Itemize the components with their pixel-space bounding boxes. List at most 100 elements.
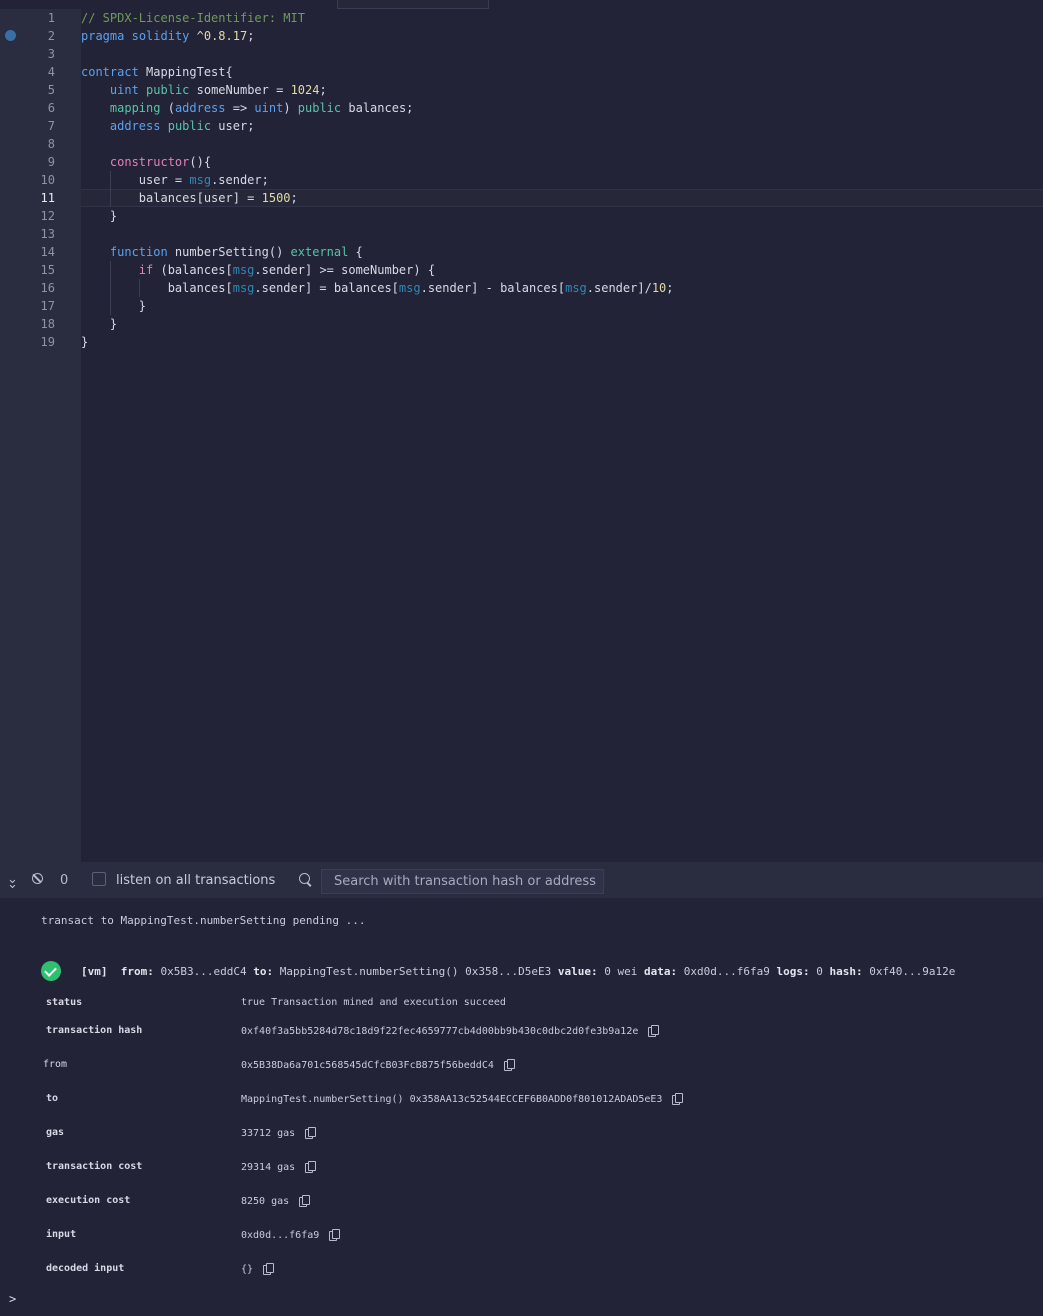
tx-detail-value: {}: [241, 1263, 275, 1275]
code-line[interactable]: function numberSetting() external {: [81, 243, 363, 261]
code-token: solidity: [131, 29, 190, 43]
tx-search-input[interactable]: Search with transaction hash or address: [321, 869, 604, 894]
code-line[interactable]: }: [81, 315, 117, 333]
breakpoint-marker[interactable]: [5, 30, 16, 41]
line-number[interactable]: 6: [0, 99, 55, 117]
code-token: // SPDX-License-Identifier: MIT: [81, 11, 305, 25]
tx-detail-value: 0xf40f3a5bb5284d78c18d9f22fec4659777cb4d…: [241, 1025, 660, 1037]
line-number[interactable]: 16: [0, 279, 55, 297]
copy-icon[interactable]: [503, 1059, 515, 1071]
data-label: data:: [644, 965, 678, 978]
vm-tag: [vm]: [81, 965, 108, 978]
code-line[interactable]: constructor(){: [81, 153, 211, 171]
editor-gutter[interactable]: 1 2 3 4 5 6 7 8 9 10 11 12 13 14 15 16 17 18 19: [0, 9, 81, 862]
line-number[interactable]: 7: [0, 117, 55, 135]
line-number[interactable]: 9: [0, 153, 55, 171]
code-line[interactable]: uint public someNumber = 1024;: [81, 81, 327, 99]
line-number[interactable]: 19: [0, 333, 55, 351]
line-number[interactable]: 10: [0, 171, 55, 189]
code-line[interactable]: }: [81, 207, 117, 225]
code-token: address: [174, 101, 226, 115]
line-number[interactable]: 11: [0, 189, 55, 207]
code-line[interactable]: balances[msg.sender] = balances[msg.send…: [81, 279, 674, 297]
code-token: 1024: [290, 83, 320, 97]
tx-detail-value-text: 0x5B38Da6a701c568545dCfcB03FcB875f56bedd…: [241, 1060, 494, 1071]
code-token: (balances[: [153, 263, 233, 277]
code-token: mapping: [109, 101, 161, 115]
code-token: ;: [247, 29, 255, 43]
code-token: msg: [565, 281, 587, 295]
from-short: 0x5B3...eddC4: [160, 965, 247, 978]
line-number[interactable]: 3: [0, 45, 55, 63]
search-icon: [299, 873, 312, 887]
copy-icon[interactable]: [305, 1127, 317, 1139]
line-number[interactable]: 12: [0, 207, 55, 225]
copy-icon[interactable]: [299, 1195, 311, 1207]
code-token: public: [146, 83, 190, 97]
line-number[interactable]: 18: [0, 315, 55, 333]
listen-all-checkbox[interactable]: [92, 872, 106, 886]
code-token: msg: [232, 263, 255, 277]
tx-detail-key: to: [46, 1093, 59, 1104]
hash-short: 0xf40...9a12e: [869, 965, 956, 978]
code-line[interactable]: balances[user] = 1500;: [81, 189, 298, 207]
line-number[interactable]: 13: [0, 225, 55, 243]
code-line[interactable]: mapping (address => uint) public balance…: [81, 99, 413, 117]
code-token: user;: [211, 119, 255, 133]
code-token: .sender] >= someNumber) {: [254, 263, 436, 277]
code-line[interactable]: address public user;: [81, 117, 255, 135]
code-editor[interactable]: 1 2 3 4 5 6 7 8 9 10 11 12 13 14 15 16 17 18 19 // SPDX-Li…: [0, 9, 1043, 862]
line-number[interactable]: 15: [0, 261, 55, 279]
line-number[interactable]: 5: [0, 81, 55, 99]
code-token: address: [109, 119, 161, 133]
value-label: value:: [557, 965, 598, 978]
copy-icon[interactable]: [672, 1093, 684, 1105]
tx-detail-value: 0x5B38Da6a701c568545dCfcB03FcB875f56bedd…: [241, 1059, 515, 1071]
code-line[interactable]: contract MappingTest{: [81, 63, 233, 81]
line-number[interactable]: 8: [0, 135, 55, 153]
tx-detail-value: 8250 gas: [241, 1195, 311, 1207]
line-number[interactable]: 4: [0, 63, 55, 81]
top-tab-bar: [0, 0, 1043, 9]
code-token: .sender;: [211, 173, 269, 187]
code-token: .sender] - balances[: [420, 281, 566, 295]
copy-icon[interactable]: [329, 1229, 341, 1241]
value-short: 0 wei: [604, 965, 638, 978]
copy-icon[interactable]: [263, 1263, 275, 1275]
pending-message: transact to MappingTest.numberSetting pe…: [41, 914, 366, 927]
clear-console-icon[interactable]: [32, 873, 43, 884]
code-token: {: [348, 245, 363, 259]
listen-all-label: listen on all transactions: [116, 873, 276, 888]
tx-detail-value: MappingTest.numberSetting() 0x358AA13c52…: [241, 1093, 684, 1105]
code-token: public: [167, 119, 212, 133]
code-token: ;: [290, 191, 298, 205]
tx-detail-value-text: 29314 gas: [241, 1162, 296, 1173]
line-number[interactable]: 17: [0, 297, 55, 315]
code-area[interactable]: // SPDX-License-Identifier: MIT pragma so…: [81, 9, 1043, 862]
copy-icon[interactable]: [305, 1161, 317, 1173]
tx-detail-value-text: true Transaction mined and execution suc…: [241, 997, 506, 1008]
code-token: ;: [319, 83, 327, 97]
code-token: user =: [81, 173, 190, 187]
terminal-output[interactable]: transact to MappingTest.numberSetting pe…: [0, 898, 1043, 1316]
code-line[interactable]: }: [81, 333, 88, 351]
code-line[interactable]: // SPDX-License-Identifier: MIT: [81, 9, 305, 27]
line-number[interactable]: 1: [0, 9, 55, 27]
code-line[interactable]: user = msg.sender;: [81, 171, 269, 189]
tx-summary-line[interactable]: [vm] from: 0x5B3...eddC4 to: MappingTest…: [81, 965, 955, 978]
line-number[interactable]: 14: [0, 243, 55, 261]
code-line[interactable]: pragma solidity ^0.8.17;: [81, 27, 254, 45]
code-token: numberSetting(): [167, 245, 291, 259]
code-line[interactable]: }: [81, 297, 146, 315]
code-line[interactable]: if (balances[msg.sender] >= someNumber) …: [81, 261, 435, 279]
code-token: function: [109, 245, 168, 259]
console-prompt[interactable]: >: [9, 1292, 16, 1306]
copy-icon[interactable]: [648, 1025, 660, 1037]
editor-tab[interactable]: [337, 0, 489, 9]
tx-detail-value-text: 0xf40f3a5bb5284d78c18d9f22fec4659777cb4d…: [241, 1026, 639, 1037]
